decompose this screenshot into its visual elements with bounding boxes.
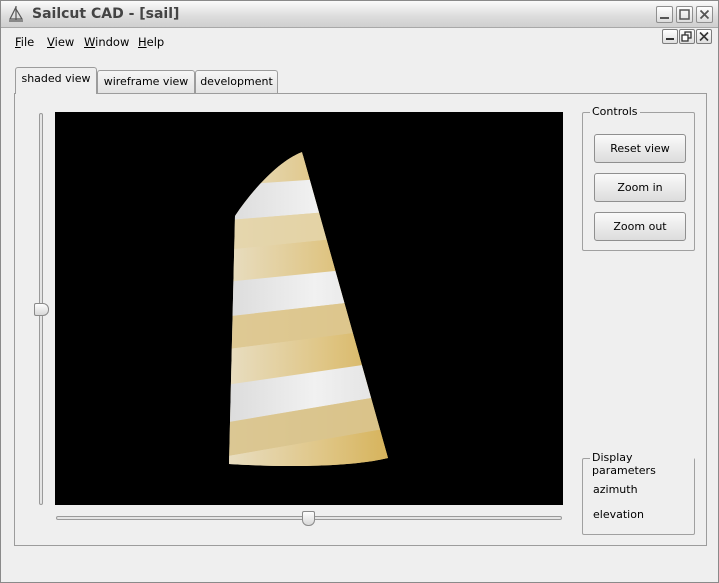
close-icon: [699, 31, 709, 42]
controls-group: Controls Reset view Zoom in Zoom out: [582, 105, 695, 251]
maximize-button[interactable]: [676, 6, 693, 23]
menu-bar: File View Window Help: [1, 29, 718, 55]
title-bar[interactable]: Sailcut CAD - [sail]: [1, 1, 718, 28]
main-window: Sailcut CAD - [sail] File View Window He…: [0, 0, 719, 583]
azimuth-label: azimuth: [593, 483, 638, 496]
controls-group-title: Controls: [590, 105, 640, 118]
menu-help[interactable]: Help: [138, 35, 164, 49]
azimuth-slider-handle[interactable]: [302, 511, 315, 526]
zoom-out-button[interactable]: Zoom out: [594, 212, 686, 241]
subwindow-minimize-button[interactable]: [662, 29, 678, 44]
maximize-icon: [679, 9, 690, 20]
tab-development[interactable]: development: [195, 70, 278, 94]
elevation-slider-handle[interactable]: [34, 303, 49, 316]
menu-file[interactable]: File: [15, 35, 34, 49]
window-title: Sailcut CAD - [sail]: [32, 6, 180, 22]
tab-wireframe-view[interactable]: wireframe view: [97, 70, 195, 94]
subwindow-close-button[interactable]: [696, 29, 712, 44]
menu-view[interactable]: View: [47, 35, 74, 49]
close-icon: [699, 9, 710, 20]
shaded-sail-render: [229, 152, 388, 466]
subwindow-restore-button[interactable]: [679, 29, 695, 44]
tab-shaded-view[interactable]: shaded view: [15, 67, 97, 94]
minimize-button[interactable]: [656, 6, 673, 23]
display-parameters-group: Display parameters azimuth elevation: [582, 451, 695, 535]
close-window-button[interactable]: [696, 6, 713, 23]
sail-app-icon: [9, 6, 24, 22]
restore-icon: [681, 31, 692, 42]
minimize-icon: [666, 38, 674, 40]
display-parameters-title: Display parameters: [590, 451, 694, 477]
menu-window[interactable]: Window: [84, 35, 129, 49]
elevation-label: elevation: [593, 508, 644, 521]
sail-3d-viewport[interactable]: [55, 112, 563, 505]
reset-view-button[interactable]: Reset view: [594, 134, 686, 163]
minimize-icon: [660, 17, 669, 19]
zoom-in-button[interactable]: Zoom in: [594, 173, 686, 202]
sail-panels: [229, 152, 388, 466]
